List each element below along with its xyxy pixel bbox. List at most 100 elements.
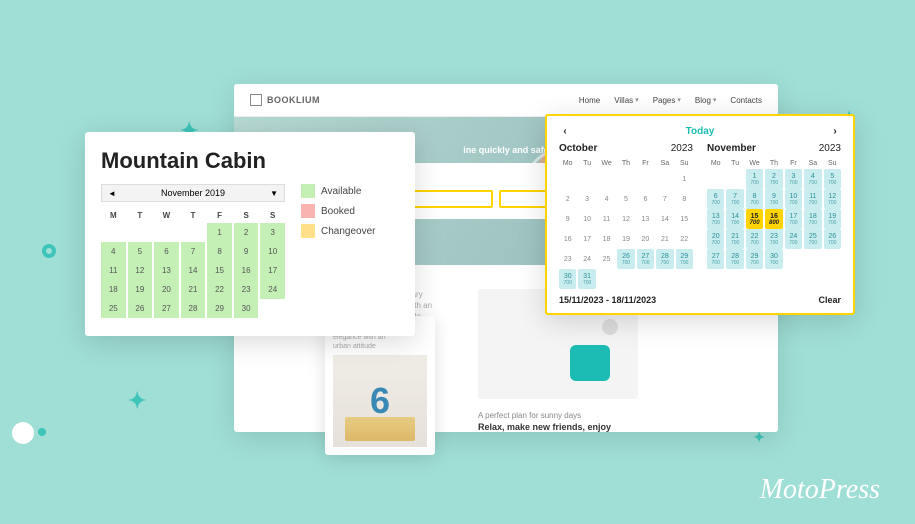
date-cell[interactable]: 29700 [676, 249, 693, 269]
date-cell[interactable]: 4700 [804, 169, 821, 189]
date-cell[interactable]: 9 [559, 209, 576, 229]
nav-item[interactable]: Home [579, 96, 600, 105]
calendar-day[interactable]: 22 [207, 280, 232, 299]
date-cell[interactable]: 29700 [746, 249, 763, 269]
date-cell[interactable]: 1 [676, 169, 693, 189]
date-cell[interactable]: 31700 [578, 269, 595, 289]
date-cell[interactable]: 10700 [785, 189, 802, 209]
date-cell[interactable]: 20 [637, 229, 654, 249]
date-cell[interactable]: 7 [656, 189, 673, 209]
clear-button[interactable]: Clear [818, 295, 841, 305]
date-cell[interactable]: 6 [637, 189, 654, 209]
next-month-button[interactable]: › [829, 126, 841, 137]
date-cell[interactable]: 9700 [765, 189, 782, 209]
date-cell[interactable]: 30700 [559, 269, 576, 289]
date-cell[interactable]: 16800 [765, 209, 782, 229]
prev-month-button[interactable]: ‹ [559, 126, 571, 137]
calendar-day[interactable]: 8 [207, 242, 232, 261]
date-cell[interactable]: 30700 [765, 249, 782, 269]
date-cell[interactable]: 14700 [726, 209, 743, 229]
date-cell[interactable]: 25 [598, 249, 615, 269]
date-cell[interactable]: 18700 [804, 209, 821, 229]
date-cell[interactable]: 13700 [707, 209, 724, 229]
calendar-day[interactable]: 2 [234, 223, 259, 242]
date-cell[interactable]: 18 [598, 229, 615, 249]
calendar-day[interactable]: 18 [101, 280, 126, 299]
calendar-day[interactable]: 7 [181, 242, 206, 261]
calendar-day[interactable]: 3 [260, 223, 285, 242]
date-cell[interactable]: 11 [598, 209, 615, 229]
date-cell[interactable]: 27700 [707, 249, 724, 269]
calendar-day[interactable]: 11 [101, 261, 126, 280]
date-cell[interactable]: 2700 [765, 169, 782, 189]
nav-item[interactable]: Blog▾ [695, 96, 717, 105]
date-cell[interactable]: 13 [637, 209, 654, 229]
month-select[interactable]: ◄ November 2019 ▼ [101, 184, 285, 202]
calendar-day[interactable]: 1 [207, 223, 232, 242]
calendar-day[interactable]: 9 [234, 242, 259, 261]
date-cell[interactable]: 16 [559, 229, 576, 249]
calendar-day[interactable]: 16 [234, 261, 259, 280]
date-cell[interactable]: 28700 [656, 249, 673, 269]
date-cell[interactable]: 15700 [746, 209, 763, 229]
calendar-day[interactable]: 6 [154, 242, 179, 261]
date-cell[interactable]: 6700 [707, 189, 724, 209]
calendar-day[interactable]: 4 [101, 242, 126, 261]
date-cell[interactable]: 11700 [804, 189, 821, 209]
date-cell[interactable]: 7700 [726, 189, 743, 209]
date-cell[interactable]: 26700 [617, 249, 634, 269]
calendar-day[interactable]: 12 [128, 261, 153, 280]
calendar-day[interactable]: 15 [207, 261, 232, 280]
date-cell[interactable]: 24700 [785, 229, 802, 249]
date-cell[interactable]: 3 [578, 189, 595, 209]
date-cell[interactable]: 8 [676, 189, 693, 209]
date-cell[interactable]: 23 [559, 249, 576, 269]
date-cell[interactable]: 23700 [765, 229, 782, 249]
date-cell[interactable]: 22 [676, 229, 693, 249]
date-cell[interactable]: 2 [559, 189, 576, 209]
date-cell[interactable]: 17 [578, 229, 595, 249]
dropdown-icon[interactable]: ▼ [270, 189, 278, 198]
chevron-left-icon[interactable]: ◄ [108, 189, 116, 198]
calendar-day[interactable]: 30 [234, 299, 259, 318]
calendar-day[interactable]: 26 [128, 299, 153, 318]
date-cell[interactable]: 10 [578, 209, 595, 229]
date-cell[interactable]: 24 [578, 249, 595, 269]
date-cell[interactable]: 1700 [746, 169, 763, 189]
calendar-day[interactable]: 24 [260, 280, 285, 299]
date-cell[interactable]: 19700 [824, 209, 841, 229]
date-cell[interactable]: 25700 [804, 229, 821, 249]
calendar-day[interactable]: 29 [207, 299, 232, 318]
date-cell[interactable]: 28700 [726, 249, 743, 269]
date-cell[interactable]: 22700 [746, 229, 763, 249]
date-cell[interactable]: 14 [656, 209, 673, 229]
calendar-day[interactable]: 21 [181, 280, 206, 299]
calendar-day[interactable]: 14 [181, 261, 206, 280]
calendar-day[interactable]: 25 [101, 299, 126, 318]
date-cell[interactable]: 12700 [824, 189, 841, 209]
nav-item[interactable]: Contacts [730, 96, 762, 105]
date-cell[interactable]: 5700 [824, 169, 841, 189]
calendar-day[interactable]: 27 [154, 299, 179, 318]
year-label[interactable]: 2023 [671, 143, 693, 154]
calendar-day[interactable]: 23 [234, 280, 259, 299]
date-cell[interactable]: 15 [676, 209, 693, 229]
calendar-day[interactable]: 28 [181, 299, 206, 318]
date-cell[interactable]: 21700 [726, 229, 743, 249]
date-cell[interactable]: 27700 [637, 249, 654, 269]
date-cell[interactable]: 4 [598, 189, 615, 209]
date-cell[interactable]: 19 [617, 229, 634, 249]
nav-item[interactable]: Pages▾ [653, 96, 681, 105]
date-cell[interactable]: 21 [656, 229, 673, 249]
today-button[interactable]: Today [686, 126, 715, 137]
calendar-day[interactable]: 13 [154, 261, 179, 280]
date-cell[interactable]: 5 [617, 189, 634, 209]
calendar-day[interactable]: 19 [128, 280, 153, 299]
date-cell[interactable]: 8700 [746, 189, 763, 209]
date-cell[interactable]: 12 [617, 209, 634, 229]
date-cell[interactable]: 3700 [785, 169, 802, 189]
calendar-day[interactable]: 20 [154, 280, 179, 299]
date-cell[interactable]: 17700 [785, 209, 802, 229]
date-cell[interactable]: 20700 [707, 229, 724, 249]
nav-item[interactable]: Villas▾ [614, 96, 639, 105]
